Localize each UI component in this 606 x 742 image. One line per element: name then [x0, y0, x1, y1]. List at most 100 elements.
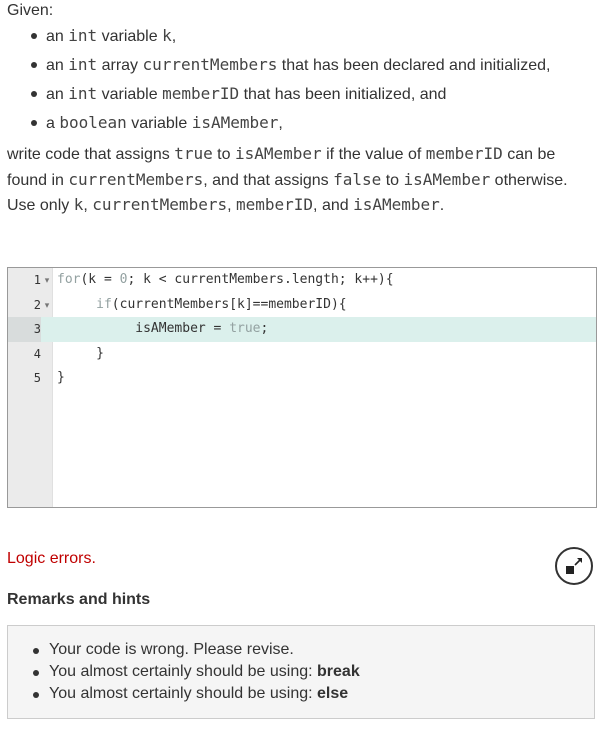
inline-code: memberID — [162, 84, 240, 103]
hint-item: Your code is wrong. Please revise. — [8, 639, 360, 661]
code-line[interactable]: 3 isAMember = true; — [8, 317, 596, 342]
inline-code: memberID — [425, 144, 503, 163]
code-text[interactable]: } — [57, 342, 104, 367]
code-line[interactable]: 1 ▾ for(k = 0; k < currentMembers.length; … — [8, 268, 596, 293]
given-item: an int variable k, — [0, 21, 550, 50]
code-token: (currentMembers[k]==memberID){ — [111, 296, 347, 312]
error-message: Logic errors. — [7, 550, 96, 567]
line-number: 1 — [33, 273, 41, 287]
inline-code: int — [68, 55, 98, 74]
paragraph-text: to — [381, 171, 404, 189]
code-text[interactable]: isAMember = true; — [57, 317, 268, 342]
item-text: that has been declared and initialized, — [277, 57, 551, 74]
item-text: variable — [97, 86, 163, 103]
code-token: isAMember = — [135, 321, 230, 336]
inline-code: currentMembers — [68, 169, 204, 189]
constraint-paragraph: Use only k, currentMembers, memberID, an… — [7, 193, 599, 219]
paragraph-text: , and that assigns — [203, 171, 334, 189]
line-number: 4 — [33, 346, 41, 361]
inline-code: memberID — [235, 195, 314, 214]
inline-code: boolean — [59, 113, 127, 132]
problem-description: write code that assigns true to isAMembe… — [7, 142, 599, 219]
item-text: variable — [126, 115, 192, 132]
hint-item: You almost certainly should be using: el… — [8, 683, 360, 705]
boolean-token: true — [229, 321, 261, 336]
inline-code: int — [68, 84, 98, 103]
code-token: } — [96, 345, 104, 361]
paragraph-text: , — [83, 197, 93, 214]
bullet-dot — [31, 120, 37, 126]
code-text[interactable]: for(k = 0; k < currentMembers.length; k+… — [57, 268, 394, 293]
inline-code: isAMember — [353, 195, 440, 214]
bullet-dot — [33, 670, 39, 676]
bullet-dot — [33, 648, 39, 654]
inline-code: isAMember — [191, 113, 279, 132]
bullet-dot — [31, 33, 37, 39]
hint-text: You almost certainly should be using: — [49, 685, 318, 702]
item-text: an — [46, 86, 69, 103]
fold-arrow-icon[interactable]: ▾ — [42, 293, 52, 318]
line-number: 5 — [33, 371, 41, 385]
hints-list: Your code is wrong. Please revise. You al… — [8, 639, 360, 705]
code-token: ; — [260, 321, 269, 336]
hint-item: You almost certainly should be using: br… — [8, 661, 360, 683]
code-editor[interactable]: 1 ▾ for(k = 0; k < currentMembers.length; … — [7, 267, 597, 508]
code-line[interactable]: 2 ▾ if(currentMembers[k]==memberID){ — [8, 293, 596, 318]
code-token: (k = — [80, 272, 120, 287]
bullet-dot — [31, 91, 37, 97]
given-item: an int array currentMembers that has bee… — [0, 50, 550, 79]
paragraph-text: . — [439, 197, 445, 214]
given-item: an int variable memberID that has been i… — [0, 79, 550, 108]
keyword-token: for — [57, 272, 81, 287]
expand-button[interactable] — [555, 547, 593, 585]
line-number: 2 — [33, 297, 41, 312]
item-text: variable — [97, 28, 163, 45]
inline-code: isAMember — [234, 144, 322, 163]
hint-text: Your code is wrong. Please revise. — [49, 641, 294, 658]
bullet-dot — [31, 62, 37, 68]
hint-keyword: else — [317, 685, 349, 702]
bullet-dot — [33, 692, 39, 698]
description-paragraph: write code that assigns true to isAMembe… — [7, 142, 599, 193]
item-text: an — [46, 57, 69, 74]
inline-code: currentMembers — [92, 195, 228, 214]
item-text: an — [46, 28, 69, 45]
inline-code: k — [73, 195, 84, 214]
paragraph-text: to — [212, 146, 235, 163]
inline-code: isAMember — [403, 169, 491, 189]
fold-arrow-icon[interactable]: ▾ — [42, 268, 52, 293]
inline-code: false — [333, 169, 382, 189]
inline-code: int — [68, 26, 98, 45]
item-text: that has been initialized, and — [239, 86, 447, 103]
code-line[interactable]: 4 } — [8, 342, 596, 367]
item-text: array — [97, 57, 143, 74]
paragraph-text: , and — [313, 197, 354, 214]
paragraph-text: write code that assigns — [7, 146, 175, 163]
item-text: a — [46, 115, 60, 132]
given-item: a boolean variable isAMember, — [0, 108, 550, 137]
given-label: Given: — [7, 2, 54, 19]
code-text[interactable]: } — [57, 366, 65, 391]
code-lines[interactable]: 1 ▾ for(k = 0; k < currentMembers.length; … — [8, 268, 596, 391]
code-text[interactable]: if(currentMembers[k]==memberID){ — [57, 293, 347, 318]
expand-arrows-icon — [566, 558, 582, 574]
keyword-token: if — [96, 296, 112, 312]
code-line[interactable]: 5} — [8, 366, 596, 391]
remarks-title: Remarks and hints — [7, 591, 151, 608]
hints-box: Your code is wrong. Please revise. You al… — [7, 625, 595, 719]
paragraph-text: , — [227, 197, 236, 214]
paragraph-text: Use only — [7, 197, 74, 214]
line-number: 3 — [8, 317, 41, 342]
inline-code: true — [174, 144, 213, 163]
inline-code: currentMembers — [142, 55, 278, 74]
code-token: } — [57, 370, 65, 385]
hint-keyword: break — [317, 663, 360, 680]
code-token: ; k < currentMembers.length; k++){ — [127, 272, 394, 287]
inline-code: k — [162, 26, 172, 45]
paragraph-text: otherwise. — [490, 171, 568, 189]
hint-text: You almost certainly should be using: — [49, 663, 318, 680]
item-text: , — [171, 28, 177, 45]
